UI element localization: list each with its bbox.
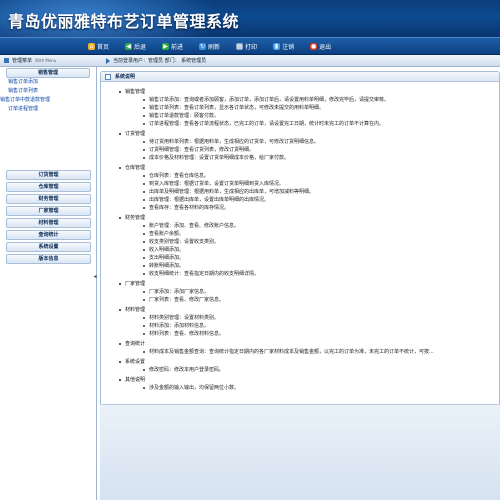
section-item: 收支明细统计：查看指定日期内的收支明细详情。 (111, 270, 499, 278)
section-item: 到货入库管理：根据订货单，设置订货单明细到货入库情况。 (111, 180, 499, 188)
sidebar-head-group[interactable]: 仓库管理 (6, 182, 91, 192)
section-item: 材料列表：查看、修改材料信息。 (111, 330, 499, 338)
section-item: 仓库列表：查看仓库信息。 (111, 172, 499, 180)
section-item: 账户管理：添加、查看、修改账户信息。 (111, 222, 499, 230)
section-item: 成本价格及材料管理：设置订货单明细成本价格，给厂家付款。 (111, 154, 499, 162)
nav-home-button[interactable]: ⌂ 首页 (88, 42, 109, 51)
section-item: 销售订单退款管理：顾客付款。 (111, 112, 499, 120)
section-title: 系统设置 (111, 358, 499, 366)
bottom-area (100, 404, 500, 500)
sidebar-head-group[interactable]: 查询统计 (6, 230, 91, 240)
description-section: 查询统计 材料成本及销售金额查询：查询统计指定日期内的各厂家材料成本及销售金额，以… (111, 340, 499, 356)
back-icon: ◀ (125, 43, 133, 50)
logout-icon: ▮ (273, 43, 281, 50)
menu-square-icon (4, 58, 9, 63)
section-title: 厂家管理 (111, 280, 499, 288)
nav-exit-button[interactable]: ● 退出 (310, 42, 331, 51)
section-item: 收支类别管理：设置收支类别。 (111, 238, 499, 246)
section-item: 订货明细管理：查看订货列表，修改订货明细。 (111, 146, 499, 154)
section-title: 财务管理 (111, 214, 499, 222)
section-item: 支出明细添加。 (111, 254, 499, 262)
description-section: 销售管理 销售订单添加：查询或者添加顾客，添加订单，添加订单后，请设置用料单明细，… (111, 88, 499, 128)
section-item: 修改密码：修改本用户登录密码。 (111, 366, 499, 374)
section-title: 订货管理 (111, 130, 499, 138)
sidebar-head-group[interactable]: 版本信息 (6, 254, 91, 264)
menu-title: 管理菜单 (12, 58, 33, 64)
sidebar-item-sales-order-add[interactable]: 销售订单添加 (0, 78, 96, 87)
exit-icon: ● (310, 43, 318, 50)
nav-label: 刷新 (208, 44, 221, 51)
sidebar-toggle[interactable]: ◂ (93, 272, 97, 282)
section-item: 厂家添加：添加厂家信息。 (111, 288, 499, 296)
arrow-right-icon (106, 57, 110, 64)
info-bar: 管理菜单 With Menu 当前登录用户：管理员 部门： 系统管理员 (0, 55, 500, 67)
top-nav-items: ⌂ 首页 ◀ 后退 ▶ 前进 ↻ 刷新 ▤ 打印 ▮ 注销 ● 退出 (88, 38, 347, 55)
section-item: 材料成本及销售金额查询：查询统计指定日期内的各厂家材料成本及销售金额，以完工的订… (111, 348, 499, 356)
sidebar-item-refund-management[interactable]: 销售订单中款退款管理 (0, 96, 96, 105)
description-section: 财务管理 账户管理：添加、查看、修改账户信息。 查看账户余额。 收支类别管理：设置收支… (111, 214, 499, 278)
description-section: 材料管理 材料类别管理：设置材料类别。 材料添加：添加材料信息。 材料列表：查看、修改… (111, 306, 499, 338)
panel-title: 系统说明 (115, 74, 136, 80)
section-title: 仓库管理 (111, 164, 499, 172)
section-item: 查看库存：查看各材料的库存情况。 (111, 204, 499, 212)
section-item: 厂家列表：查看、修改厂家信息。 (111, 296, 499, 304)
app-title: 青岛优丽雅特布艺订单管理系统 (8, 12, 240, 31)
section-item: 销售订单添加：查询或者添加顾客，添加订单，添加订单后，请设置用料单明细，修改完毕… (111, 96, 499, 104)
description-section: 其他说明 涉及金额的输入输出，均保留两位小数。 (111, 376, 499, 392)
description-section: 仓库管理 仓库列表：查看仓库信息。 到货入库管理：根据订货单，设置订货单明细到货入库… (111, 164, 499, 212)
nav-back-button[interactable]: ◀ 后退 (125, 42, 146, 51)
panel-icon (105, 73, 111, 80)
section-title: 材料管理 (111, 306, 499, 314)
section-item: 材料添加：添加材料信息。 (111, 322, 499, 330)
section-item: 材料类别管理：设置材料类别。 (111, 314, 499, 322)
section-item: 待订货用料单列表：根据用料单，生成相应的订货单，可修改订货明细信息。 (111, 138, 499, 146)
nav-label: 注销 (282, 44, 295, 51)
description-section: 系统设置 修改密码：修改本用户登录密码。 (111, 358, 499, 374)
section-item: 收入明细添加。 (111, 246, 499, 254)
sidebar-groups: 订货管理仓库管理财务管理厂家管理材料管理查询统计系统设置版本信息 (0, 168, 97, 264)
refresh-icon: ↻ (199, 43, 207, 50)
sidebar-item-sales-order-list[interactable]: 销售订单列表 (0, 87, 96, 96)
panel-title-bar: 系统说明 (101, 72, 499, 82)
sidebar-head-group[interactable]: 系统设置 (6, 242, 91, 252)
section-item: 查看账户余额。 (111, 230, 499, 238)
section-item: 转账明细添加。 (111, 262, 499, 270)
nav-label: 打印 (245, 44, 258, 51)
sidebar-item-order-progress[interactable]: 订单进程管理 (0, 105, 96, 114)
sidebar-head-group[interactable]: 财务管理 (6, 194, 91, 204)
home-icon: ⌂ (88, 43, 95, 50)
nav-label: 前进 (171, 44, 184, 51)
current-user-bar: 当前登录用户：管理员 部门： 系统管理员 (98, 55, 206, 66)
nav-label: 退出 (319, 44, 332, 51)
sidebar-head-group[interactable]: 厂家管理 (6, 206, 91, 216)
nav-refresh-button[interactable]: ↻ 刷新 (199, 42, 220, 51)
sidebar: 销售管理 销售订单添加 销售订单列表 销售订单中款退款管理 订单进程管理 订货管… (0, 67, 97, 500)
section-item: 订单进程管理：查看各订单流程状态，已完工的订单，请设置完工日期，统计时未完工的订… (111, 120, 499, 128)
section-item: 出库单及明细管理：根据用料单，生成相应的出库单，可增加减料等明细。 (111, 188, 499, 196)
print-icon: ▤ (236, 43, 244, 50)
sidebar-head-group[interactable]: 材料管理 (6, 218, 91, 228)
sidebar-head-sales[interactable]: 销售管理 (6, 68, 90, 78)
forward-icon: ▶ (162, 43, 170, 50)
menu-subtitle: With Menu (35, 58, 57, 63)
nav-print-button[interactable]: ▤ 打印 (236, 42, 257, 51)
section-title: 销售管理 (111, 88, 499, 96)
current-user-text: 当前登录用户：管理员 部门： 系统管理员 (113, 58, 207, 64)
nav-forward-button[interactable]: ▶ 前进 (162, 42, 183, 51)
panel-body: 销售管理 销售订单添加：查询或者添加顾客，添加订单，添加订单后，请设置用料单明细，… (101, 82, 499, 392)
section-item: 销售订单列表：查看订单列表，显示各订单状态，可修改未提交的用料单明细。 (111, 104, 499, 112)
nav-logout-button[interactable]: ▮ 注销 (273, 42, 294, 51)
section-title: 其他说明 (111, 376, 499, 384)
nav-label: 后退 (134, 44, 147, 51)
top-navigation: ⌂ 首页 ◀ 后退 ▶ 前进 ↻ 刷新 ▤ 打印 ▮ 注销 ● 退出 (0, 37, 500, 55)
header-banner: 青岛优丽雅特布艺订单管理系统 (0, 0, 500, 37)
sidebar-head-group[interactable]: 订货管理 (6, 170, 91, 180)
section-title: 查询统计 (111, 340, 499, 348)
nav-label: 首页 (97, 44, 110, 51)
menu-header: 管理菜单 With Menu (0, 55, 97, 66)
description-section: 厂家管理 厂家添加：添加厂家信息。 厂家列表：查看、修改厂家信息。 (111, 280, 499, 304)
section-item: 出库管理：根据出库单，设置出库单明细的出库情况。 (111, 196, 499, 204)
description-section: 订货管理 待订货用料单列表：根据用料单，生成相应的订货单，可修改订货明细信息。 订货… (111, 130, 499, 162)
section-item: 涉及金额的输入输出，均保留两位小数。 (111, 384, 499, 392)
